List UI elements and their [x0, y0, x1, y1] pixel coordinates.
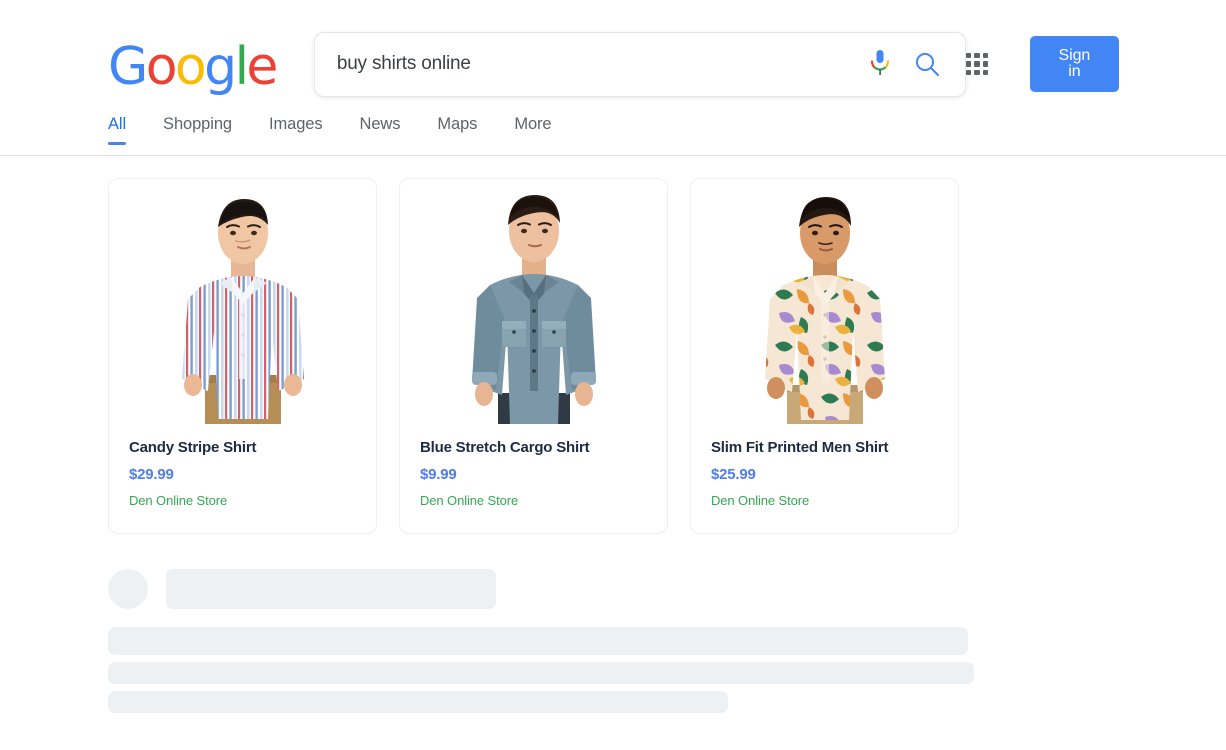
product-card[interactable]: Blue Stretch Cargo Shirt $9.99 Den Onlin…	[399, 178, 668, 534]
product-store: Den Online Store	[129, 493, 228, 508]
header-right-controls: Sign in	[966, 36, 1119, 92]
product-title: Blue Stretch Cargo Shirt	[420, 439, 590, 456]
tab-more[interactable]: More	[514, 115, 551, 145]
product-info: Slim Fit Printed Men Shirt $25.99 Den On…	[691, 424, 958, 508]
header-divider	[0, 155, 1226, 156]
product-image-blue-cargo	[400, 179, 667, 424]
tab-images[interactable]: Images	[269, 115, 323, 145]
product-info: Blue Stretch Cargo Shirt $9.99 Den Onlin…	[400, 424, 667, 508]
product-price: $25.99	[711, 466, 756, 483]
tab-maps[interactable]: Maps	[437, 115, 477, 145]
tab-shopping[interactable]: Shopping	[163, 115, 232, 145]
loading-skeleton	[108, 569, 1226, 713]
product-card[interactable]: Candy Stripe Shirt $29.99 Den Online Sto…	[108, 178, 377, 534]
logo-letter-g1: G	[108, 37, 148, 97]
search-input[interactable]	[336, 53, 866, 75]
skeleton-line	[108, 691, 728, 713]
skeleton-line	[108, 627, 968, 655]
page-header: Google buy shirts online Sign in All Sho…	[0, 0, 1226, 156]
tab-all[interactable]: All	[108, 115, 126, 145]
product-card-list: Candy Stripe Shirt $29.99 Den Online Sto…	[108, 178, 1226, 534]
product-title: Slim Fit Printed Men Shirt	[711, 439, 889, 456]
skeleton-header-row	[108, 569, 1226, 609]
product-image-floral-print	[691, 179, 958, 424]
microphone-icon[interactable]	[865, 47, 895, 81]
search-box[interactable]	[313, 31, 967, 97]
product-title: Candy Stripe Shirt	[129, 439, 257, 456]
logo-letter-o2: o	[174, 37, 207, 97]
product-store: Den Online Store	[420, 493, 519, 508]
tab-news[interactable]: News	[360, 115, 401, 145]
skeleton-line	[108, 662, 974, 684]
header-top-bar: Google buy shirts online Sign in	[0, 0, 1226, 100]
product-image-candy-stripe	[109, 179, 376, 424]
skeleton-title-bar	[166, 569, 496, 609]
product-price: $29.99	[129, 466, 174, 483]
product-card[interactable]: Slim Fit Printed Men Shirt $25.99 Den On…	[690, 178, 959, 534]
product-price: $9.99	[420, 466, 457, 483]
apps-grid-icon[interactable]	[966, 53, 988, 75]
logo-letter-e: e	[246, 37, 278, 97]
sign-in-button[interactable]: Sign in	[1029, 36, 1119, 92]
skeleton-avatar	[108, 569, 148, 609]
logo-letter-l: l	[234, 37, 249, 97]
product-info: Candy Stripe Shirt $29.99 Den Online Sto…	[109, 424, 376, 508]
logo-letter-o1: o	[145, 37, 178, 97]
product-store: Den Online Store	[711, 493, 810, 508]
logo-letter-g2: g	[204, 37, 237, 97]
search-nav-tabs: All Shopping Images News Maps More	[108, 100, 1226, 145]
search-icon[interactable]	[911, 48, 943, 80]
google-logo[interactable]: Google	[108, 37, 278, 97]
